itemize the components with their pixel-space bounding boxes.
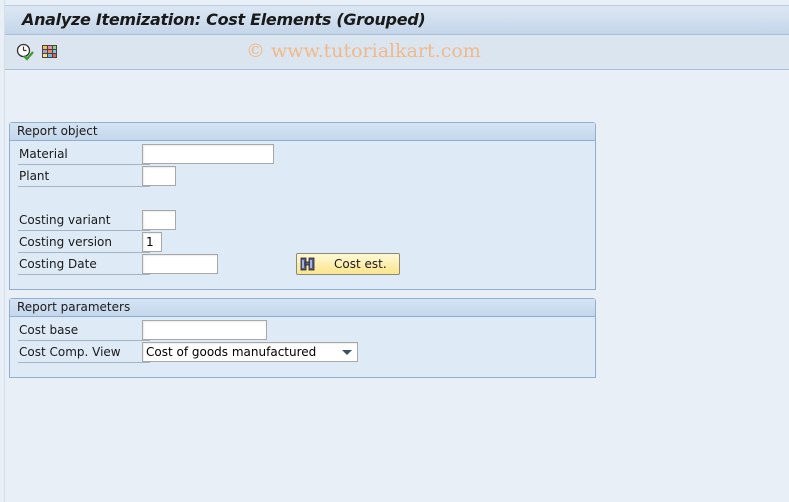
cost-comp-view-value: Cost of goods manufactured [146, 345, 317, 359]
costing-version-label: Costing version [18, 233, 150, 253]
cost-est-button[interactable]: Cost est. [296, 253, 400, 275]
material-input[interactable] [142, 144, 274, 164]
plant-input[interactable] [142, 166, 176, 186]
layout-grid-icon[interactable] [41, 43, 59, 61]
chevron-down-icon[interactable] [342, 350, 352, 355]
cost-est-label: Cost est. [334, 257, 387, 271]
title-bar: Analyze Itemization: Cost Elements (Grou… [5, 5, 789, 35]
group-title: Report parameters [10, 299, 595, 317]
cost-comp-view-select[interactable]: Cost of goods manufactured [142, 342, 358, 362]
cost-base-input[interactable] [142, 320, 267, 340]
costing-version-input[interactable] [142, 232, 162, 252]
costing-variant-input[interactable] [142, 210, 176, 230]
binoculars-icon [300, 257, 315, 271]
report-parameters-group: Report parameters Cost base Cost Comp. V… [9, 298, 596, 378]
costing-variant-label: Costing variant [18, 211, 150, 231]
window-left-edge [4, 0, 5, 502]
cost-base-label: Cost base [18, 321, 150, 341]
cost-comp-view-label: Cost Comp. View [18, 343, 150, 363]
material-label: Material [18, 145, 150, 165]
execute-clock-check-icon[interactable] [16, 43, 34, 61]
page-title: Analyze Itemization: Cost Elements (Grou… [22, 10, 426, 29]
report-object-group: Report object Material Plant Costing var… [9, 122, 596, 290]
group-title: Report object [10, 123, 595, 141]
plant-label: Plant [18, 167, 150, 187]
costing-date-input[interactable] [142, 254, 218, 274]
costing-date-label: Costing Date [18, 255, 150, 275]
watermark: © www.tutorialkart.com [246, 40, 481, 62]
